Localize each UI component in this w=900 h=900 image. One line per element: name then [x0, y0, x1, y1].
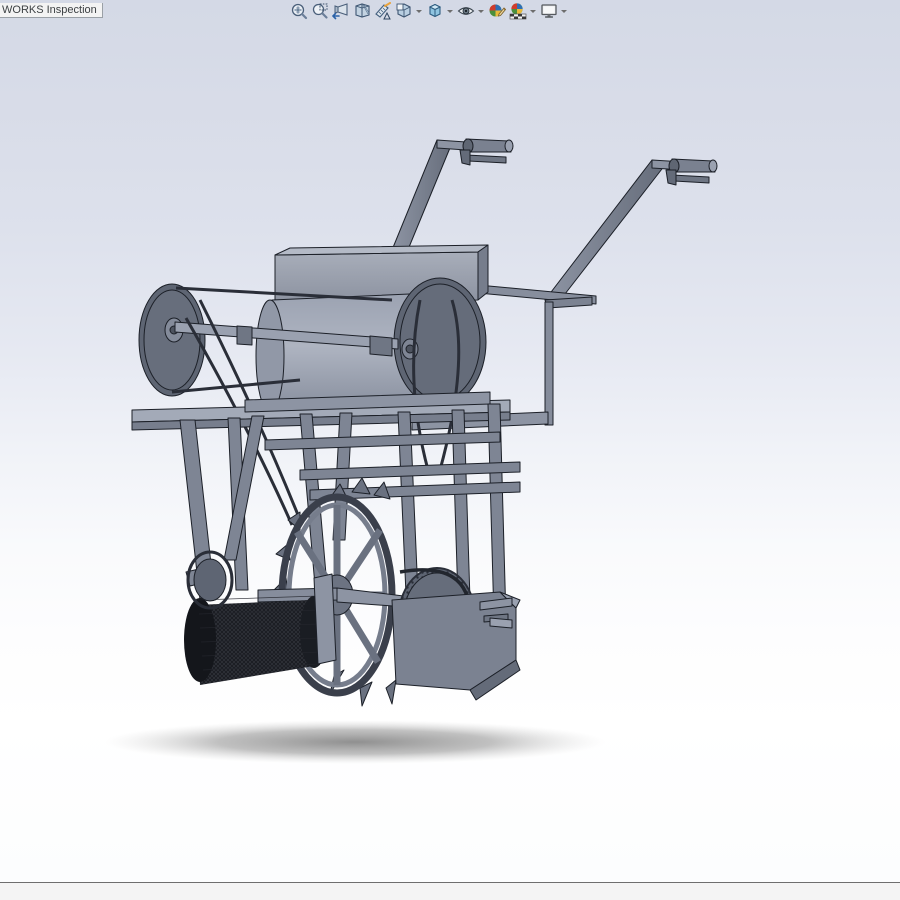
zoom-to-area-button[interactable] [309, 1, 330, 22]
apply-scene-caret[interactable] [528, 1, 538, 22]
apply-scene-item[interactable] [507, 0, 538, 22]
edit-appearance-item[interactable] [486, 0, 507, 22]
axle-stub [489, 617, 513, 629]
zoom-to-area-icon [312, 3, 328, 19]
right-pulley [393, 277, 487, 407]
collector-hopper [391, 591, 521, 701]
tab-solidworks-inspection[interactable]: WORKS Inspection [0, 3, 103, 18]
apply-scene-button[interactable] [507, 1, 528, 22]
chevron-down-icon [478, 10, 484, 13]
status-bar [0, 882, 900, 900]
graphics-viewport[interactable] [0, 0, 900, 882]
previous-view-icon [331, 3, 348, 20]
cad-application-window: WORKS Inspection [0, 0, 900, 900]
chevron-down-icon [447, 10, 453, 13]
view-settings-item[interactable] [538, 0, 569, 22]
hide-show-items-caret[interactable] [476, 1, 486, 22]
eye-icon [457, 7, 474, 15]
measure-item[interactable] [372, 0, 393, 22]
apply-scene-icon [509, 3, 526, 20]
view-settings-caret[interactable] [559, 1, 569, 22]
hide-show-items-item[interactable] [455, 0, 486, 22]
hide-show-items-button[interactable] [455, 1, 476, 22]
display-style-caret[interactable] [414, 1, 424, 22]
chevron-down-icon [561, 10, 567, 13]
left-pulley [138, 283, 206, 397]
display-style-button[interactable] [393, 1, 414, 22]
section-view-button[interactable] [351, 1, 372, 22]
monitor-icon [540, 4, 557, 18]
view-cube-icon [428, 3, 441, 18]
view-settings-button[interactable] [538, 1, 559, 22]
status-bar-text [0, 887, 6, 899]
measure-icon [374, 2, 391, 20]
view-orientation-button[interactable] [424, 1, 445, 22]
display-style-icon [396, 3, 411, 18]
floor-shadow [105, 720, 605, 764]
chevron-down-icon [530, 10, 536, 13]
edit-appearance-button[interactable] [486, 1, 507, 22]
model-3d-view[interactable] [0, 0, 900, 882]
heads-up-view-toolbar [288, 0, 569, 22]
section-view-item[interactable] [351, 0, 372, 22]
checkerboard [509, 13, 526, 20]
previous-view-item[interactable] [330, 0, 351, 22]
measure-button[interactable] [372, 1, 393, 22]
brush-roller [184, 550, 337, 685]
zoom-to-fit-button[interactable] [288, 1, 309, 22]
chevron-down-icon [416, 10, 422, 13]
assembly-geometry [105, 138, 718, 764]
document-tab-strip: WORKS Inspection [0, 0, 103, 18]
view-orientation-item[interactable] [424, 0, 455, 22]
view-orientation-caret[interactable] [445, 1, 455, 22]
zoom-to-fit-item[interactable] [288, 0, 309, 22]
zoom-to-area-item[interactable] [309, 0, 330, 22]
zoom-to-fit-icon [291, 3, 307, 20]
section-view-icon [354, 3, 370, 18]
display-style-item[interactable] [393, 0, 424, 22]
previous-view-button[interactable] [330, 1, 351, 22]
appearance-ball-pencil-icon [489, 4, 506, 17]
